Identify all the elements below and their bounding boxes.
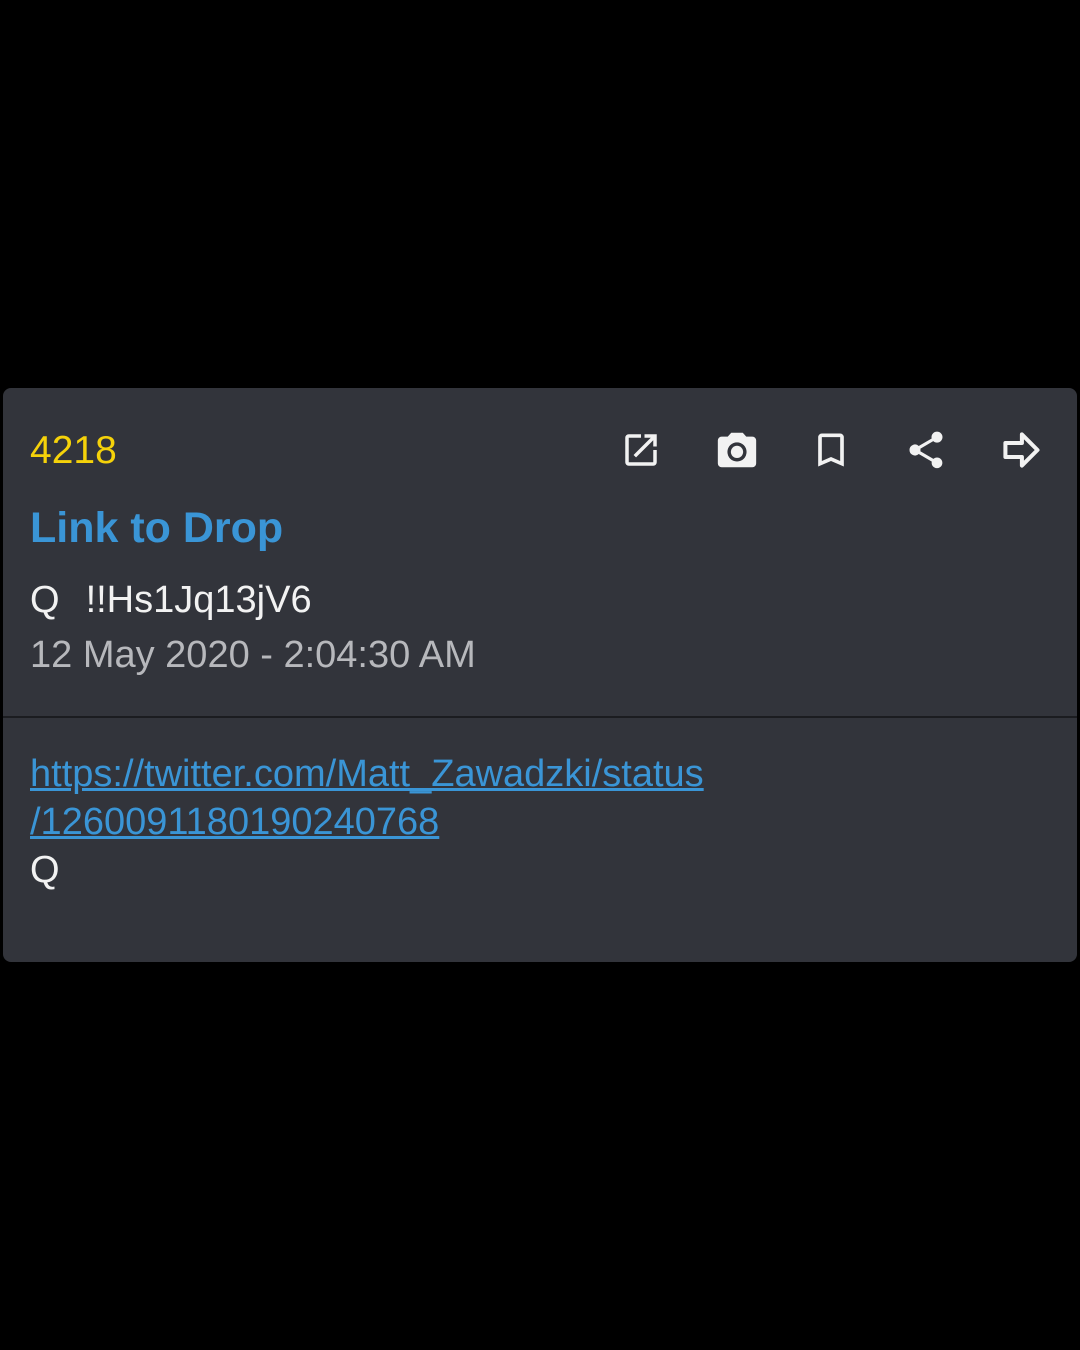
bookmark-icon (818, 433, 844, 467)
share-icon (909, 431, 943, 469)
tweet-link-line-2[interactable]: /1260091180190240768 (30, 798, 1030, 846)
tripcode: !!Hs1Jq13jV6 (85, 579, 312, 621)
drop-body: https://twitter.com/Matt_Zawadzki/status… (30, 750, 1030, 894)
post-number: 4218 (30, 429, 117, 472)
author-name: Q (30, 579, 60, 621)
bookmark-button[interactable] (805, 424, 857, 476)
go-to-button[interactable] (995, 424, 1047, 476)
header-divider (3, 716, 1077, 718)
share-button[interactable] (900, 424, 952, 476)
link-to-drop[interactable]: Link to Drop (30, 502, 283, 554)
open-external-button[interactable] (615, 424, 667, 476)
forward-arrow-icon (1003, 432, 1040, 468)
drop-header: 4218 Link to Drop Q !!Hs1Jq13jV6 12 May … (3, 388, 1077, 716)
camera-icon (717, 432, 757, 468)
tweet-link-line-1[interactable]: https://twitter.com/Matt_Zawadzki/status (30, 750, 1030, 798)
post-timestamp: 12 May 2020 - 2:04:30 AM (30, 634, 476, 676)
drop-signature: Q (30, 849, 60, 891)
author-line: Q !!Hs1Jq13jV6 (30, 578, 312, 622)
screenshot-button[interactable] (711, 424, 763, 476)
drop-card: 4218 Link to Drop Q !!Hs1Jq13jV6 12 May … (3, 388, 1077, 962)
open-in-new-icon (625, 434, 657, 466)
